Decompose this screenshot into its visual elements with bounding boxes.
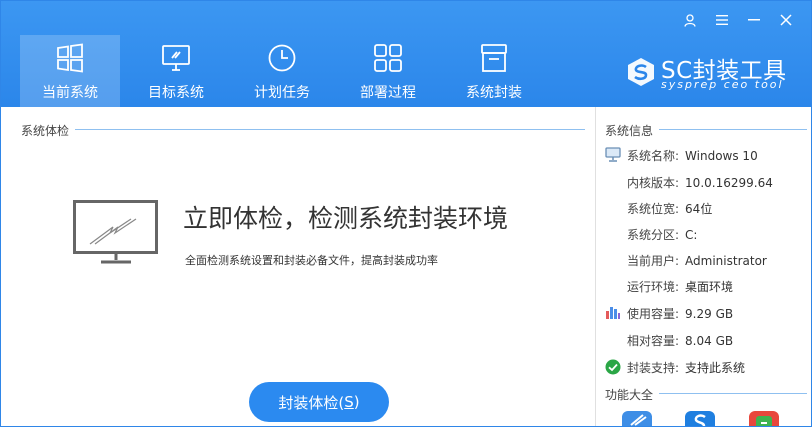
info-value: 支持此系统 — [685, 361, 746, 375]
section-divider — [659, 129, 807, 130]
logo-icon — [628, 58, 654, 86]
user-icon[interactable] — [677, 9, 703, 31]
info-key: 内核版本: — [627, 176, 680, 190]
info-row-used-capacity: 使用容量: 9.29 GB — [627, 305, 733, 322]
tab-deployment-process[interactable]: 部署过程 — [338, 35, 438, 107]
system-check-button[interactable]: 封装体检(S) — [249, 382, 389, 422]
info-key: 相对容量: — [627, 334, 680, 348]
close-icon[interactable] — [773, 9, 799, 31]
info-key: 系统位宽: — [627, 202, 680, 216]
info-value: Windows 10 — [685, 149, 758, 163]
tab-label: 部署过程 — [360, 85, 416, 101]
info-key: 当前用户: — [627, 254, 680, 268]
page-description: 全面检测系统设置和封装必备文件，提高封装成功率 — [185, 254, 438, 267]
function-app-icon[interactable] — [749, 411, 779, 426]
tab-label: 系统封装 — [466, 85, 522, 101]
tab-system-package[interactable]: 系统封装 — [444, 35, 544, 107]
button-label-suffix: ) — [353, 393, 360, 411]
section-divider — [75, 129, 585, 130]
info-row-environment: 运行环境: 桌面环境 — [627, 278, 733, 295]
info-row-system-partition: 系统分区: C: — [627, 226, 697, 243]
clock-icon — [268, 44, 296, 72]
info-value: 10.0.16299.64 — [685, 176, 773, 190]
tab-label: 当前系统 — [42, 85, 98, 101]
button-hotkey: S — [344, 393, 354, 411]
bar-chart-icon — [606, 307, 620, 319]
header-bar: 当前系统 目标系统 计划任务 部署过程 系统封装 SC封装工具 sysprep … — [1, 1, 811, 107]
tab-scheduled-tasks[interactable]: 计划任务 — [232, 35, 332, 107]
minimize-icon[interactable] — [741, 9, 767, 31]
grid-icon — [374, 44, 402, 72]
info-row-kernel-version: 内核版本: 10.0.16299.64 — [627, 174, 773, 191]
info-key: 系统名称: — [627, 149, 680, 163]
page-heading: 立即体检，检测系统封装环境 — [183, 204, 509, 233]
section-title-system-info: 系统信息 — [605, 124, 654, 138]
info-key: 封装支持: — [627, 361, 680, 375]
info-row-current-user: 当前用户: Administrator — [627, 252, 767, 269]
app-window: 当前系统 目标系统 计划任务 部署过程 系统封装 SC封装工具 sysprep … — [0, 0, 812, 427]
tab-label: 计划任务 — [254, 85, 310, 101]
info-key: 运行环境: — [627, 280, 680, 294]
section-divider — [659, 393, 807, 394]
info-value: Administrator — [685, 254, 767, 268]
info-row-bitness: 系统位宽: 64位 — [627, 200, 712, 217]
info-row-relative-capacity: 相对容量: 8.04 GB — [627, 332, 733, 349]
info-row-system-name: 系统名称: Windows 10 — [627, 147, 758, 164]
package-icon — [481, 44, 507, 72]
function-sysprep-icon[interactable] — [685, 411, 715, 426]
info-value: C: — [685, 228, 698, 242]
app-logo: SC封装工具 sysprep ceo tool — [623, 53, 803, 93]
panel-separator — [595, 107, 596, 426]
menu-icon[interactable] — [709, 9, 735, 31]
info-value: 64位 — [685, 202, 713, 216]
section-title-functions: 功能大全 — [605, 388, 654, 402]
tab-label: 目标系统 — [148, 85, 204, 101]
button-label: 封装体检( — [278, 393, 345, 412]
info-key: 使用容量: — [627, 307, 680, 321]
windows-icon — [57, 43, 83, 73]
info-row-package-support: 封装支持: 支持此系统 — [627, 359, 745, 376]
info-value: 桌面环境 — [685, 280, 734, 294]
info-key: 系统分区: — [627, 228, 680, 242]
section-title-system-check: 系统体检 — [21, 124, 70, 138]
monitor-icon — [162, 45, 190, 71]
info-value: 8.04 GB — [685, 334, 734, 348]
info-value: 9.29 GB — [685, 307, 734, 321]
logo-subtitle: sysprep ceo tool — [661, 78, 784, 91]
computer-icon — [605, 147, 621, 162]
function-tool-icon[interactable] — [622, 411, 652, 426]
tab-current-system[interactable]: 当前系统 — [20, 35, 120, 107]
monitor-illustration-icon — [73, 200, 158, 264]
tab-target-system[interactable]: 目标系统 — [126, 35, 226, 107]
check-circle-icon — [605, 359, 621, 375]
